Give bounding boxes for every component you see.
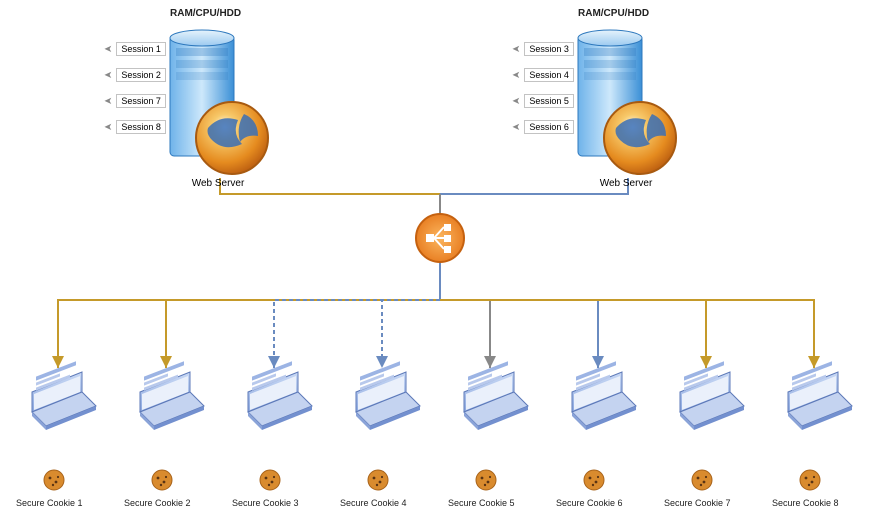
server-1-label: Web Server bbox=[178, 178, 258, 189]
fish-icon: ➤ bbox=[512, 44, 520, 55]
fish-icon: ➤ bbox=[512, 96, 520, 107]
laptops bbox=[0, 361, 852, 430]
cookie-label: Secure Cookie 4 bbox=[340, 498, 407, 508]
session-box: Session 2 bbox=[116, 68, 166, 82]
server-1-resource-label: RAM/CPU/HDD bbox=[170, 8, 241, 19]
server-2-label: Web Server bbox=[586, 178, 666, 189]
cookies bbox=[44, 470, 820, 490]
session-box: Session 1 bbox=[116, 42, 166, 56]
fish-icon: ➤ bbox=[512, 70, 520, 81]
cookie-label: Secure Cookie 5 bbox=[448, 498, 515, 508]
cookie-label: Secure Cookie 8 bbox=[772, 498, 839, 508]
session-box: Session 8 bbox=[116, 120, 166, 134]
server-2-resource-label: RAM/CPU/HDD bbox=[578, 8, 649, 19]
session-box: Session 4 bbox=[524, 68, 574, 82]
cookie-label: Secure Cookie 1 bbox=[16, 498, 83, 508]
session-box: Session 3 bbox=[524, 42, 574, 56]
session-box: Session 5 bbox=[524, 94, 574, 108]
server-1-sessions: ➤ Session 1 ➤ Session 2 ➤ Session 7 ➤ Sessio… bbox=[104, 42, 166, 134]
cookie-label: Secure Cookie 3 bbox=[232, 498, 299, 508]
load-balancer-icon bbox=[416, 214, 464, 262]
server-1-icon bbox=[170, 30, 268, 174]
cookie-label: Secure Cookie 6 bbox=[556, 498, 623, 508]
session-box: Session 6 bbox=[524, 120, 574, 134]
fish-icon: ➤ bbox=[104, 70, 112, 81]
fish-icon: ➤ bbox=[104, 122, 112, 133]
session-box: Session 7 bbox=[116, 94, 166, 108]
cookie-label: Secure Cookie 7 bbox=[664, 498, 731, 508]
server-2-icon bbox=[578, 30, 676, 174]
diagram-root: RAM/CPU/HDD RAM/CPU/HDD Web Server Web S… bbox=[0, 0, 880, 526]
server-2-sessions: ➤ Session 3 ➤ Session 4 ➤ Session 5 ➤ Sessio… bbox=[512, 42, 574, 134]
fish-icon: ➤ bbox=[104, 96, 112, 107]
fish-icon: ➤ bbox=[104, 44, 112, 55]
cookie-label: Secure Cookie 2 bbox=[124, 498, 191, 508]
fish-icon: ➤ bbox=[512, 122, 520, 133]
